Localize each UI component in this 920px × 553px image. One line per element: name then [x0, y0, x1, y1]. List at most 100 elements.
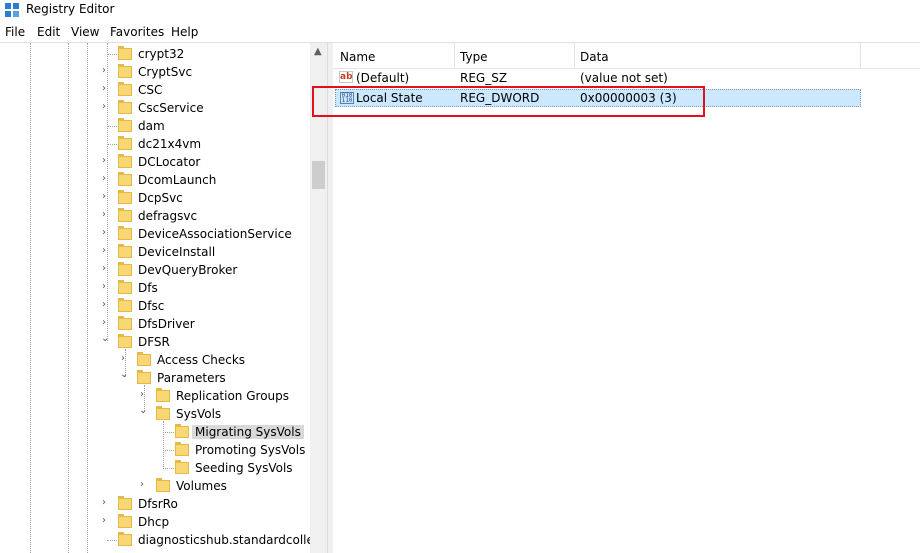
tree-node-label: Replication Groups — [176, 389, 290, 403]
folder-icon — [118, 244, 132, 258]
tree-node-label: CscService — [138, 101, 204, 115]
tree-node-label: Dhcp — [138, 515, 170, 529]
tree-node-dfsdriver[interactable]: › DfsDriver — [0, 315, 310, 333]
chevron-right-icon[interactable]: › — [102, 101, 106, 112]
folder-icon — [118, 226, 132, 240]
tree-node-cryptsvc[interactable]: › CryptSvc — [0, 63, 310, 81]
column-divider[interactable] — [860, 43, 861, 68]
tree-node-dfs[interactable]: › Dfs — [0, 279, 310, 297]
tree-node-deviceinstall[interactable]: › DeviceInstall — [0, 243, 310, 261]
tree-node-dhcp[interactable]: › Dhcp — [0, 513, 310, 531]
folder-icon — [118, 118, 132, 132]
chevron-right-icon[interactable]: › — [140, 389, 144, 400]
tree-node-diagnosticshub[interactable]: diagnosticshub.standardcollecto — [0, 531, 310, 549]
tree-node-label: DCLocator — [138, 155, 201, 169]
folder-icon — [137, 370, 151, 384]
chevron-right-icon[interactable]: › — [102, 317, 106, 328]
tree-node-label: DeviceAssociationService — [138, 227, 292, 241]
chevron-right-icon[interactable]: › — [102, 497, 106, 508]
chevron-right-icon[interactable]: › — [102, 299, 106, 310]
chevron-down-icon[interactable]: ⌄ — [101, 333, 109, 344]
folder-icon — [118, 154, 132, 168]
folder-icon — [118, 100, 132, 114]
menu-favorites[interactable]: Favorites — [110, 25, 164, 39]
tree-node-promoting-sysvols[interactable]: Promoting SysVols — [0, 441, 310, 459]
tree-node-label: DeviceInstall — [138, 245, 216, 259]
column-header-type[interactable]: Type — [460, 50, 488, 64]
tree-node-label: dam — [138, 119, 165, 133]
tree-node-dc21x4vm[interactable]: dc21x4vm — [0, 135, 310, 153]
tree-node-dam[interactable]: dam — [0, 117, 310, 135]
column-header-name[interactable]: Name — [340, 50, 375, 64]
tree-node-dfsr[interactable]: ⌄ DFSR — [0, 333, 310, 351]
chevron-right-icon[interactable]: › — [102, 227, 106, 238]
folder-icon — [118, 298, 132, 312]
menu-file[interactable]: File — [5, 25, 25, 39]
tree-node-parameters[interactable]: ⌄ Parameters — [0, 369, 310, 387]
chevron-right-icon[interactable]: › — [102, 209, 106, 220]
column-divider[interactable] — [574, 43, 575, 68]
tree-node-dcomlaunch[interactable]: › DcomLaunch — [0, 171, 310, 189]
tree-node-dfsc[interactable]: › Dfsc — [0, 297, 310, 315]
chevron-right-icon[interactable]: › — [121, 353, 125, 364]
tree-node-dcpsvc[interactable]: › DcpSvc — [0, 189, 310, 207]
folder-icon — [175, 442, 189, 456]
tree-node-label: diagnosticshub.standardcollecto — [138, 533, 310, 547]
folder-icon — [118, 532, 132, 546]
chevron-right-icon[interactable]: › — [140, 479, 144, 490]
tree-node-access-checks[interactable]: › Access Checks — [0, 351, 310, 369]
folder-icon — [118, 334, 132, 348]
tree-node-dclocator[interactable]: › DCLocator — [0, 153, 310, 171]
tree-node-label-selected: Migrating SysVols — [192, 425, 304, 439]
chevron-right-icon[interactable]: › — [102, 263, 106, 274]
scroll-up-icon[interactable]: ▲ — [314, 46, 322, 57]
chevron-right-icon[interactable]: › — [102, 245, 106, 256]
tree-node-label: SysVols — [176, 407, 222, 421]
annotation-highlight-box — [312, 86, 705, 117]
tree-node-label: CryptSvc — [138, 65, 193, 79]
tree-node-dfsrro[interactable]: › DfsrRo — [0, 495, 310, 513]
scrollbar-thumb[interactable] — [312, 161, 325, 189]
values-list[interactable]: Name Type Data ab (Default) REG_SZ (valu… — [333, 43, 920, 553]
tree-node-csc[interactable]: › CSC — [0, 81, 310, 99]
chevron-right-icon[interactable]: › — [102, 515, 106, 526]
value-name: (Default) — [356, 71, 410, 85]
folder-icon — [118, 280, 132, 294]
chevron-down-icon[interactable]: ⌄ — [139, 405, 147, 416]
chevron-right-icon[interactable]: › — [102, 155, 106, 166]
list-header: Name Type Data — [333, 43, 920, 69]
menu-help[interactable]: Help — [171, 25, 198, 39]
tree-node-label: Access Checks — [157, 353, 246, 367]
tree-node-seeding-sysvols[interactable]: Seeding SysVols — [0, 459, 310, 477]
tree-node-label: DcomLaunch — [138, 173, 217, 187]
tree-node-volumes[interactable]: › Volumes — [0, 477, 310, 495]
value-row-default[interactable]: ab (Default) REG_SZ (value not set) — [335, 69, 861, 87]
tree-node-label: dc21x4vm — [138, 137, 202, 151]
tree-node-crypt32[interactable]: crypt32 — [0, 45, 310, 63]
folder-icon — [118, 316, 132, 330]
tree-node-label: defragsvc — [138, 209, 198, 223]
menu-view[interactable]: View — [71, 25, 99, 39]
tree-node-replication-groups[interactable]: › Replication Groups — [0, 387, 310, 405]
chevron-down-icon[interactable]: ⌄ — [120, 369, 128, 380]
tree-scrollbar[interactable]: ▲ — [310, 43, 327, 553]
folder-icon — [118, 496, 132, 510]
registry-editor-icon — [5, 3, 19, 17]
registry-tree[interactable]: crypt32 › CryptSvc › CSC › CscService da… — [0, 43, 310, 553]
tree-node-label: DfsDriver — [138, 317, 195, 331]
chevron-right-icon[interactable]: › — [102, 65, 106, 76]
tree-node-migrating-sysvols[interactable]: Migrating SysVols — [0, 423, 310, 441]
tree-node-sysvols[interactable]: ⌄ SysVols — [0, 405, 310, 423]
column-divider[interactable] — [454, 43, 455, 68]
tree-node-devquerybroker[interactable]: › DevQueryBroker — [0, 261, 310, 279]
column-header-data[interactable]: Data — [580, 50, 609, 64]
menu-edit[interactable]: Edit — [37, 25, 60, 39]
tree-node-label: DFSR — [138, 335, 170, 349]
tree-node-cscservice[interactable]: › CscService — [0, 99, 310, 117]
chevron-right-icon[interactable]: › — [102, 173, 106, 184]
tree-node-defragsvc[interactable]: › defragsvc — [0, 207, 310, 225]
chevron-right-icon[interactable]: › — [102, 191, 106, 202]
tree-node-deviceassociationservice[interactable]: › DeviceAssociationService — [0, 225, 310, 243]
chevron-right-icon[interactable]: › — [102, 83, 106, 94]
chevron-right-icon[interactable]: › — [102, 281, 106, 292]
